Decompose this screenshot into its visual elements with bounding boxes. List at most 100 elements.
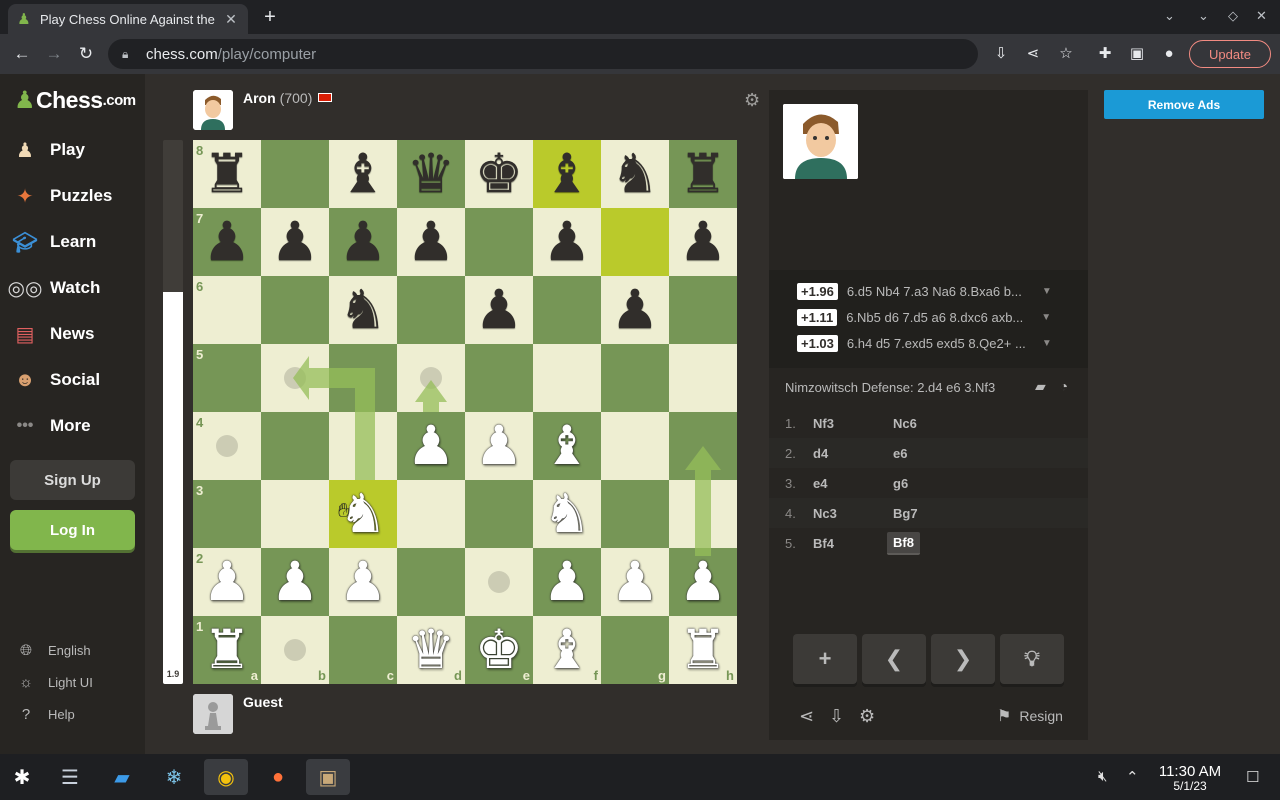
square-h3[interactable]: [669, 480, 737, 548]
black-pawn-piece[interactable]: ♟: [533, 208, 601, 276]
square-g2[interactable]: ♟: [601, 548, 669, 616]
white-pawn-piece[interactable]: ♟: [601, 548, 669, 616]
move-hint-dot[interactable]: [488, 571, 510, 593]
square-d1[interactable]: d ♛: [397, 616, 465, 684]
explorer-compass-icon[interactable]: ◔: [1060, 378, 1068, 394]
move-hint-dot[interactable]: [216, 435, 238, 457]
opening-name[interactable]: Nimzowitsch Defense: 2.d4 e6 3.Nf3: [785, 380, 995, 395]
tray-expand-icon[interactable]: ⌃: [1126, 768, 1139, 786]
black-king-piece[interactable]: ♚: [465, 140, 533, 208]
app-icon[interactable]: ❄: [152, 759, 196, 795]
install-icon[interactable]: ⇩: [989, 42, 1013, 66]
square-e3[interactable]: [465, 480, 533, 548]
black-knight-piece[interactable]: ♞: [601, 140, 669, 208]
browser-tab[interactable]: ♟ Play Chess Online Against the ✕: [8, 4, 248, 34]
maximize-icon[interactable]: ◇: [1228, 8, 1238, 24]
square-c8[interactable]: ♝: [329, 140, 397, 208]
move-hint-dot[interactable]: [420, 367, 442, 389]
resign-button[interactable]: ⚑ Resign: [997, 706, 1063, 726]
black-pawn-piece[interactable]: ♟: [465, 276, 533, 344]
bookmark-star-icon[interactable]: ☆: [1054, 42, 1078, 66]
square-h4[interactable]: [669, 412, 737, 480]
chevron-down-icon[interactable]: ▼: [1042, 338, 1052, 349]
hint-button[interactable]: 💡︎: [1000, 634, 1064, 684]
square-d5[interactable]: [397, 344, 465, 412]
square-b5[interactable]: [261, 344, 329, 412]
square-a7[interactable]: 7 ♟: [193, 208, 261, 276]
square-c4[interactable]: [329, 412, 397, 480]
footer-help[interactable]: ? Help: [16, 706, 75, 723]
black-bishop-piece[interactable]: ♝: [533, 140, 601, 208]
reload-icon[interactable]: ↻: [74, 42, 98, 66]
white-pawn-piece[interactable]: ♟: [669, 548, 737, 616]
nav-puzzles[interactable]: ✦ Puzzles: [10, 176, 140, 216]
square-e1[interactable]: e ♚: [465, 616, 533, 684]
square-e8[interactable]: ♚: [465, 140, 533, 208]
square-f2[interactable]: ♟: [533, 548, 601, 616]
close-window-icon[interactable]: ✕: [1256, 8, 1267, 24]
black-pawn-piece[interactable]: ♟: [397, 208, 465, 276]
chevron-down-icon[interactable]: ▼: [1042, 286, 1052, 297]
square-f7[interactable]: ♟: [533, 208, 601, 276]
address-bar[interactable]: 🔒︎ chess.com/play/computer: [108, 39, 978, 69]
square-g1[interactable]: g: [601, 616, 669, 684]
white-move[interactable]: Nf3: [813, 416, 893, 431]
white-move[interactable]: Nc3: [813, 506, 893, 521]
chess-board[interactable]: 8 ♜ ♝ ♛ ♚ ♝ ♞ ♜ 7 ♟ ♟ ♟ ♟ ♟ ♟ 6 ♞ ♟ ♟ 5 4 ♟ ♟ ♝ 3 ♞ ♞ 2 ♟ ♟ ♟ ♟ ♟ ♟ 1 a ♜ b c d…: [193, 140, 737, 684]
white-move[interactable]: Bf4: [813, 536, 893, 551]
chevron-down-icon[interactable]: ▼: [1041, 312, 1051, 323]
square-f5[interactable]: [533, 344, 601, 412]
opponent-name[interactable]: Aron: [243, 90, 276, 106]
square-a8[interactable]: 8 ♜: [193, 140, 261, 208]
white-rook-piece[interactable]: ♜: [193, 616, 261, 684]
square-h1[interactable]: h ♜: [669, 616, 737, 684]
white-rook-piece[interactable]: ♜: [669, 616, 737, 684]
black-knight-piece[interactable]: ♞: [329, 276, 397, 344]
black-rook-piece[interactable]: ♜: [669, 140, 737, 208]
white-queen-piece[interactable]: ♛: [397, 616, 465, 684]
nav-news[interactable]: ▤ News: [10, 314, 140, 354]
store-icon[interactable]: ▰: [100, 759, 144, 795]
tab-search-icon[interactable]: ⌄: [1164, 8, 1175, 24]
square-b6[interactable]: [261, 276, 329, 344]
profile-icon[interactable]: ●: [1157, 42, 1181, 66]
chess-logo[interactable]: ♟ Chess .com: [14, 86, 136, 115]
next-move-button[interactable]: ❯: [931, 634, 995, 684]
square-c6[interactable]: ♞: [329, 276, 397, 344]
chrome-icon[interactable]: ◉: [204, 759, 248, 795]
square-a1[interactable]: 1 a ♜: [193, 616, 261, 684]
black-queen-piece[interactable]: ♛: [397, 140, 465, 208]
square-a3[interactable]: 3: [193, 480, 261, 548]
update-button[interactable]: Update: [1189, 40, 1271, 68]
square-b4[interactable]: [261, 412, 329, 480]
menu-kebab-icon[interactable]: ⋮: [1274, 44, 1280, 61]
system-settings-icon[interactable]: ☰: [48, 759, 92, 795]
square-g5[interactable]: [601, 344, 669, 412]
black-pawn-piece[interactable]: ♟: [261, 208, 329, 276]
square-a6[interactable]: 6: [193, 276, 261, 344]
white-bishop-piece[interactable]: ♝: [533, 412, 601, 480]
book-icon[interactable]: ▰: [1035, 378, 1046, 394]
engine-line[interactable]: +1.03 6.h4 d5 7.exd5 exd5 8.Qe2+ ... ▼: [797, 335, 1052, 352]
move-hint-dot[interactable]: [284, 367, 306, 389]
square-f4[interactable]: ♝: [533, 412, 601, 480]
white-pawn-piece[interactable]: ♟: [465, 412, 533, 480]
firefox-icon[interactable]: ●: [256, 759, 300, 795]
square-g6[interactable]: ♟: [601, 276, 669, 344]
square-d6[interactable]: [397, 276, 465, 344]
nav-watch[interactable]: ◎◎ Watch: [8, 268, 140, 308]
volume-muted-icon[interactable]: 🔇︎: [1098, 768, 1107, 785]
black-move[interactable]: Bg7: [887, 503, 924, 524]
footer-light-ui[interactable]: ☼ Light UI: [16, 674, 93, 691]
white-pawn-piece[interactable]: ♟: [397, 412, 465, 480]
square-d4[interactable]: ♟: [397, 412, 465, 480]
black-pawn-piece[interactable]: ♟: [669, 208, 737, 276]
square-g8[interactable]: ♞: [601, 140, 669, 208]
clock[interactable]: 11:30 AM 5/1/23: [1150, 764, 1230, 794]
white-pawn-piece[interactable]: ♟: [193, 548, 261, 616]
sign-up-button[interactable]: Sign Up: [10, 460, 135, 500]
move-hint-dot[interactable]: [284, 639, 306, 661]
square-b8[interactable]: [261, 140, 329, 208]
square-d2[interactable]: [397, 548, 465, 616]
square-a4[interactable]: 4: [193, 412, 261, 480]
